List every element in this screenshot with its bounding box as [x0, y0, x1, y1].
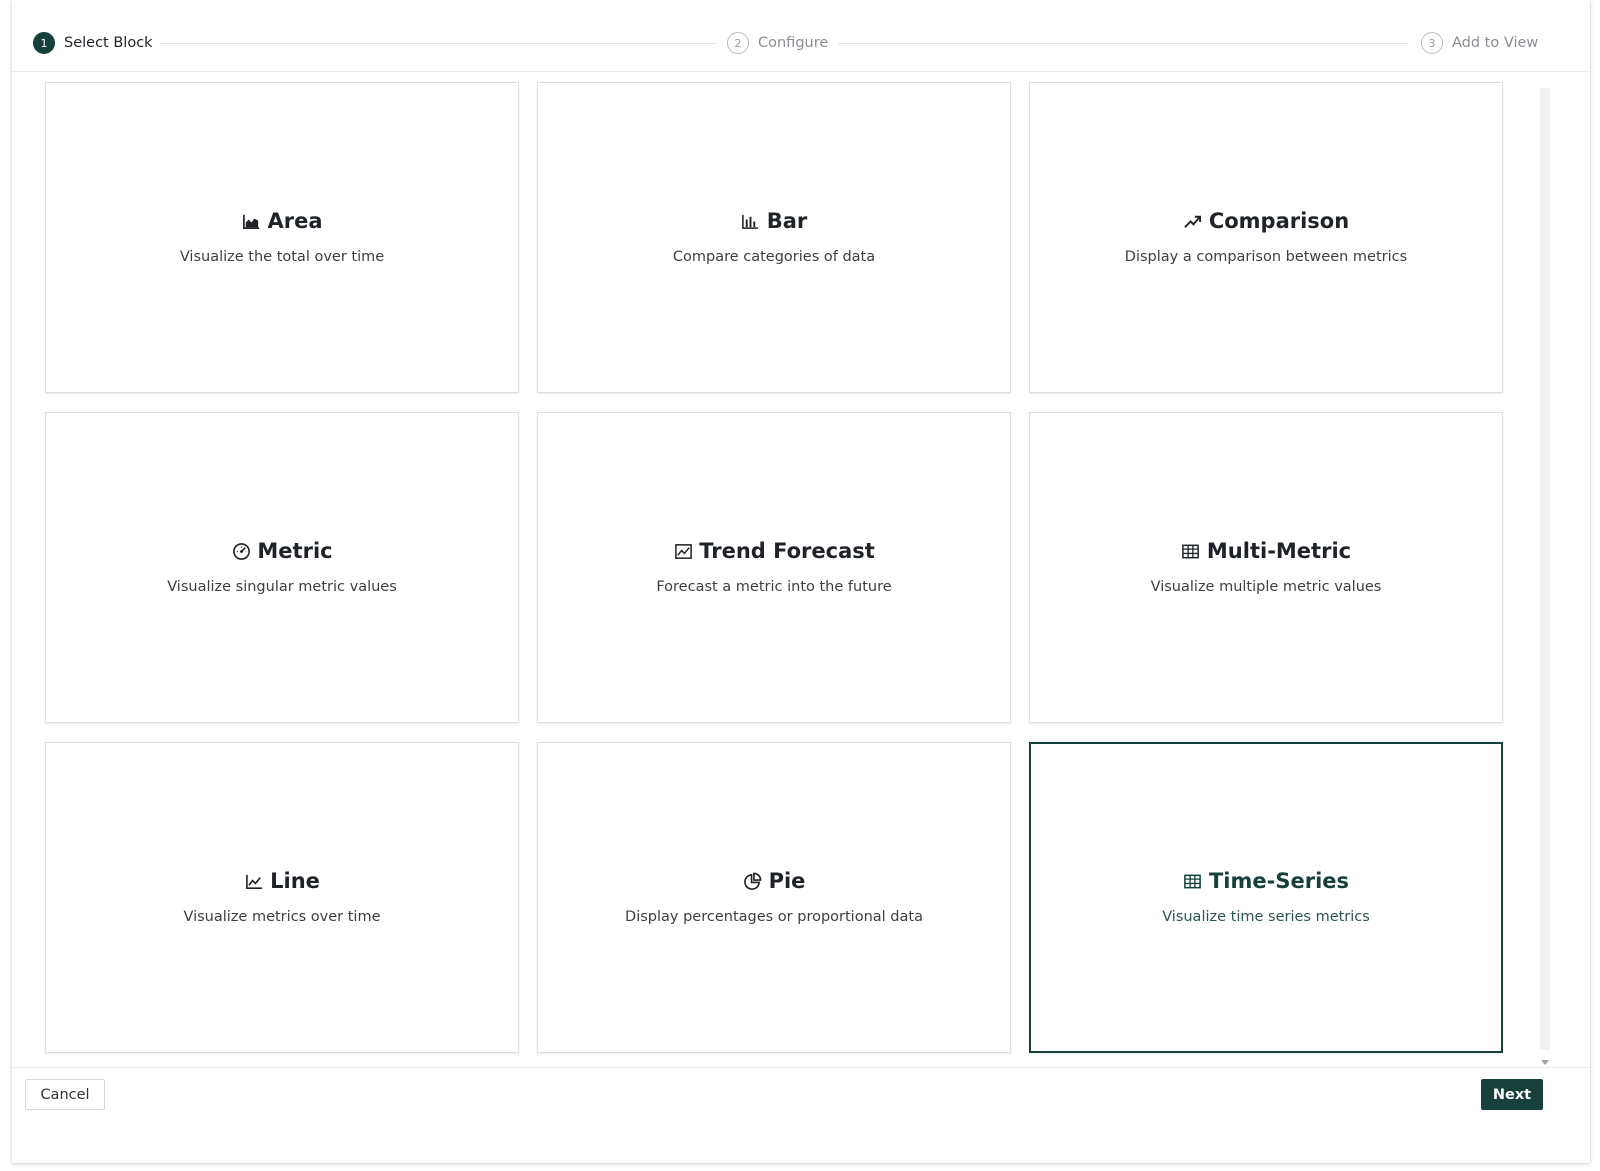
card-title: Pie [768, 869, 806, 893]
scrollbar[interactable] [1538, 82, 1552, 1067]
step-number: 3 [1421, 32, 1443, 54]
card-title: Area [267, 209, 323, 233]
card-description: Forecast a metric into the future [656, 578, 892, 595]
step-number: 1 [33, 32, 55, 54]
block-card-metric[interactable]: Metric Visualize singular metric values [45, 412, 519, 723]
card-title: Line [270, 869, 320, 893]
card-description: Visualize multiple metric values [1150, 578, 1382, 595]
block-card-time-series[interactable]: Time-Series Visualize time series metric… [1029, 742, 1503, 1053]
card-description: Display percentages or proportional data [625, 908, 923, 925]
step-add-to-view: 3 Add to View [1421, 31, 1538, 55]
block-card-comparison[interactable]: Comparison Display a comparison between … [1029, 82, 1503, 393]
block-card-line[interactable]: Line Visualize metrics over time [45, 742, 519, 1053]
add-block-dialog: 1 Select Block 2 Configure 3 Add to View… [12, 0, 1590, 1163]
card-description: Visualize singular metric values [167, 578, 397, 595]
area-chart-icon [241, 211, 261, 231]
step-connector [838, 43, 1408, 44]
line-chart-icon [244, 871, 264, 891]
card-description: Visualize time series metrics [1162, 908, 1370, 925]
next-button[interactable]: Next [1481, 1079, 1543, 1110]
block-card-multi-metric[interactable]: Multi-Metric Visualize multiple metric v… [1029, 412, 1503, 723]
step-label: Add to View [1452, 35, 1539, 51]
card-title: Bar [766, 209, 808, 233]
table-grid-icon [1181, 541, 1201, 561]
card-title: Multi-Metric [1206, 539, 1352, 563]
step-label: Configure [758, 35, 829, 51]
table-grid-icon [1183, 871, 1203, 891]
card-description: Visualize metrics over time [183, 908, 381, 925]
card-title: Trend Forecast [699, 539, 875, 563]
stepper: 1 Select Block 2 Configure 3 Add to View [12, 0, 1590, 72]
block-card-trend-forecast[interactable]: Trend Forecast Forecast a metric into th… [537, 412, 1011, 723]
card-description: Visualize the total over time [179, 248, 385, 265]
scrollbar-thumb[interactable] [1540, 88, 1550, 1050]
gauge-icon [231, 541, 251, 561]
card-description: Compare categories of data [672, 248, 876, 265]
card-title: Metric [257, 539, 333, 563]
step-label: Select Block [64, 35, 153, 51]
trend-up-icon [1183, 211, 1203, 231]
pie-chart-icon [743, 871, 763, 891]
step-select-block: 1 Select Block [33, 31, 153, 55]
bar-chart-icon [741, 211, 761, 231]
card-title: Time-Series [1208, 869, 1350, 893]
block-card-bar[interactable]: Bar Compare categories of data [537, 82, 1011, 393]
dialog-footer: Cancel Next [12, 1067, 1590, 1164]
block-type-grid: Area Visualize the total over time Bar C… [45, 82, 1507, 1057]
step-number: 2 [727, 32, 749, 54]
framed-line-chart-icon [673, 541, 693, 561]
cancel-button[interactable]: Cancel [25, 1079, 105, 1110]
scroll-down-arrow-icon[interactable] [1541, 1060, 1549, 1065]
step-configure: 2 Configure [727, 31, 828, 55]
card-title: Comparison [1208, 209, 1350, 233]
block-card-pie[interactable]: Pie Display percentages or proportional … [537, 742, 1011, 1053]
card-description: Display a comparison between metrics [1124, 248, 1408, 265]
step-connector [160, 43, 715, 44]
block-card-area[interactable]: Area Visualize the total over time [45, 82, 519, 393]
